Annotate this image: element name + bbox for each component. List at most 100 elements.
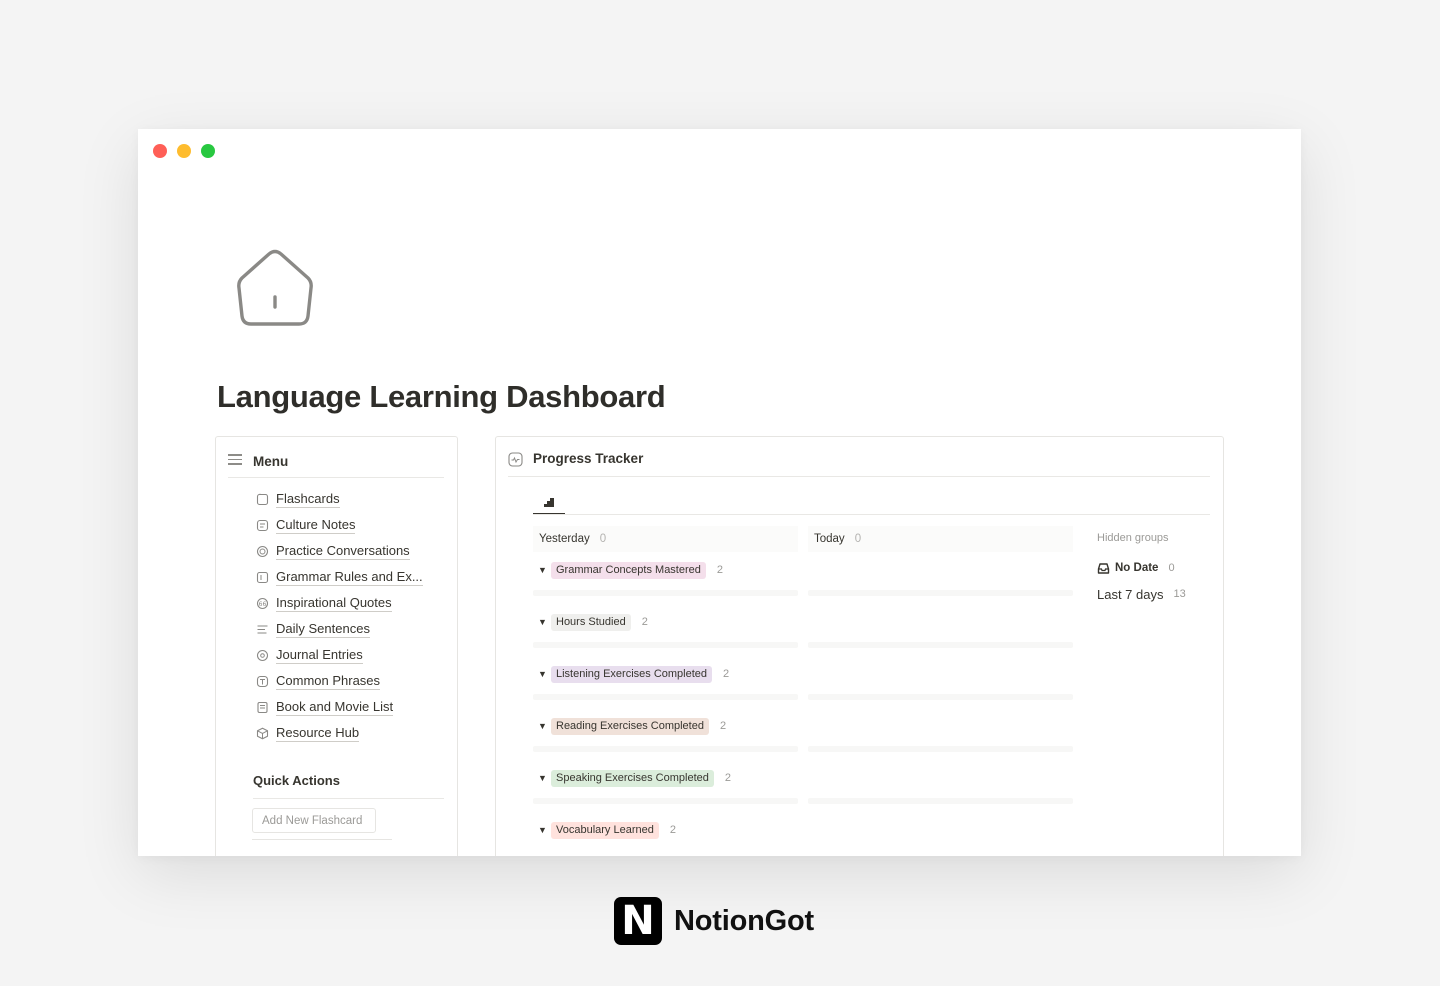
hidden-group-name: Last 7 days bbox=[1097, 586, 1164, 602]
column-name: Yesterday bbox=[539, 533, 590, 545]
menu-item-practice-conversations[interactable]: Practice Conversations bbox=[256, 538, 423, 564]
close-window-button[interactable] bbox=[153, 144, 167, 158]
group-row-hours: ▼ Hours Studied 2 bbox=[533, 613, 1073, 665]
group-count: 2 bbox=[669, 824, 676, 836]
brand-footer: N NotionGot bbox=[614, 897, 814, 945]
caret-down-icon[interactable]: ▼ bbox=[533, 773, 551, 783]
menu-item-inspirational-quotes[interactable]: 66 Inspirational Quotes bbox=[256, 590, 423, 616]
group-count: 2 bbox=[724, 772, 731, 784]
menu-title: Menu bbox=[253, 453, 289, 469]
inbox-icon bbox=[1097, 562, 1110, 575]
activity-icon bbox=[508, 452, 523, 467]
column-header-today[interactable]: Today 0 bbox=[808, 526, 1073, 552]
board-cell[interactable] bbox=[808, 642, 1073, 648]
group-count: 2 bbox=[641, 616, 648, 628]
window-controls bbox=[153, 144, 215, 158]
board-cell[interactable] bbox=[533, 642, 798, 648]
caret-down-icon[interactable]: ▼ bbox=[533, 565, 551, 575]
menu-item-flashcards[interactable]: Flashcards bbox=[256, 486, 423, 512]
quick-action-button[interactable] bbox=[252, 839, 392, 856]
menu-item-book-and-movie-list[interactable]: Book and Movie List bbox=[256, 694, 423, 720]
menu-item-label: Culture Notes bbox=[276, 516, 356, 534]
minimize-window-button[interactable] bbox=[177, 144, 191, 158]
menu-item-grammar-rules[interactable]: Grammar Rules and Ex... bbox=[256, 564, 423, 590]
group-tag[interactable]: Speaking Exercises Completed bbox=[551, 769, 714, 787]
caret-down-icon[interactable]: ▼ bbox=[533, 721, 551, 731]
menu-card: Menu Flashcards Culture Notes Practice C… bbox=[215, 436, 458, 856]
board-cell[interactable] bbox=[808, 798, 1073, 804]
view-divider bbox=[533, 514, 1210, 515]
menu-item-daily-sentences[interactable]: Daily Sentences bbox=[256, 616, 423, 642]
menu-header: Menu bbox=[228, 451, 444, 478]
group-count: 2 bbox=[716, 564, 724, 576]
board-cell[interactable] bbox=[533, 798, 798, 804]
grammar-icon bbox=[256, 571, 269, 584]
hidden-groups-title: Hidden groups bbox=[1097, 532, 1169, 544]
caret-down-icon[interactable]: ▼ bbox=[533, 617, 551, 627]
group-row-speaking: ▼ Speaking Exercises Completed 2 bbox=[533, 769, 1073, 821]
group-tag[interactable]: Hours Studied bbox=[551, 613, 631, 631]
hidden-group-count: 13 bbox=[1173, 588, 1186, 600]
menu-list: Flashcards Culture Notes Practice Conver… bbox=[256, 486, 423, 746]
board-cell[interactable] bbox=[808, 694, 1073, 700]
column-header-yesterday[interactable]: Yesterday 0 bbox=[533, 526, 798, 552]
caret-down-icon[interactable]: ▼ bbox=[533, 669, 551, 679]
book-icon bbox=[256, 701, 269, 714]
chart-icon bbox=[543, 495, 555, 513]
journal-icon bbox=[256, 649, 269, 662]
page-title: Language Learning Dashboard bbox=[217, 379, 666, 414]
cube-icon bbox=[256, 727, 269, 740]
group-row-listening: ▼ Listening Exercises Completed 2 bbox=[533, 665, 1073, 717]
menu-item-label: Journal Entries bbox=[276, 646, 363, 664]
menu-item-journal-entries[interactable]: Journal Entries bbox=[256, 642, 423, 668]
menu-item-common-phrases[interactable]: Common Phrases bbox=[256, 668, 423, 694]
house-icon[interactable] bbox=[232, 247, 318, 333]
menu-item-resource-hub[interactable]: Resource Hub bbox=[256, 720, 423, 746]
menu-item-label: Flashcards bbox=[276, 490, 340, 508]
menu-item-label: Practice Conversations bbox=[276, 542, 410, 560]
group-count: 2 bbox=[719, 720, 727, 732]
maximize-window-button[interactable] bbox=[201, 144, 215, 158]
column-count: 0 bbox=[599, 533, 607, 545]
brand-name: NotionGot bbox=[674, 904, 814, 937]
board-cell[interactable] bbox=[808, 590, 1073, 596]
column-name: Today bbox=[814, 533, 845, 545]
hidden-groups-panel: Hidden groups No Date 0 Last 7 days 13 bbox=[1097, 532, 1186, 607]
board-cell[interactable] bbox=[533, 694, 798, 700]
progress-tracker-title: Progress Tracker bbox=[533, 451, 644, 466]
group-row-vocabulary: ▼ Vocabulary Learned 2 bbox=[533, 821, 676, 856]
progress-tracker-card: Progress Tracker Yesterday 0 Today 0 ▼ G… bbox=[495, 436, 1224, 856]
hidden-group-no-date[interactable]: No Date 0 bbox=[1097, 555, 1186, 581]
group-tag[interactable]: Grammar Concepts Mastered bbox=[551, 561, 706, 579]
svg-text:66: 66 bbox=[259, 601, 267, 608]
text-lines-icon bbox=[256, 623, 269, 636]
quote-icon: 66 bbox=[256, 597, 269, 610]
hamburger-icon bbox=[228, 454, 242, 468]
group-tag[interactable]: Listening Exercises Completed bbox=[551, 665, 713, 683]
menu-item-culture-notes[interactable]: Culture Notes bbox=[256, 512, 423, 538]
menu-item-label: Daily Sentences bbox=[276, 620, 370, 638]
menu-item-label: Book and Movie List bbox=[276, 698, 394, 716]
menu-item-label: Grammar Rules and Ex... bbox=[276, 568, 423, 586]
group-count: 2 bbox=[723, 668, 730, 680]
phrase-icon bbox=[256, 675, 269, 688]
column-count: 0 bbox=[854, 533, 862, 545]
board-cell[interactable] bbox=[533, 746, 798, 752]
group-tag[interactable]: Vocabulary Learned bbox=[551, 821, 659, 839]
brand-logo-letter: N bbox=[621, 898, 655, 944]
notes-icon bbox=[256, 519, 269, 532]
group-row-reading: ▼ Reading Exercises Completed 2 bbox=[533, 717, 1073, 769]
board-cell[interactable] bbox=[808, 746, 1073, 752]
group-tag[interactable]: Reading Exercises Completed bbox=[551, 717, 709, 735]
chat-icon bbox=[256, 545, 269, 558]
add-new-flashcard-button[interactable]: Add New Flashcard bbox=[252, 808, 376, 833]
flashcard-icon bbox=[256, 493, 269, 506]
hidden-group-last-7-days[interactable]: Last 7 days 13 bbox=[1097, 581, 1186, 607]
brand-logo: N bbox=[614, 897, 662, 945]
group-row-grammar: ▼ Grammar Concepts Mastered 2 bbox=[533, 561, 1073, 613]
quick-actions-title: Quick Actions bbox=[253, 773, 444, 799]
board-view-tab[interactable] bbox=[533, 491, 565, 515]
menu-item-label: Common Phrases bbox=[276, 672, 381, 690]
caret-down-icon[interactable]: ▼ bbox=[533, 825, 551, 835]
board-cell[interactable] bbox=[533, 590, 798, 596]
